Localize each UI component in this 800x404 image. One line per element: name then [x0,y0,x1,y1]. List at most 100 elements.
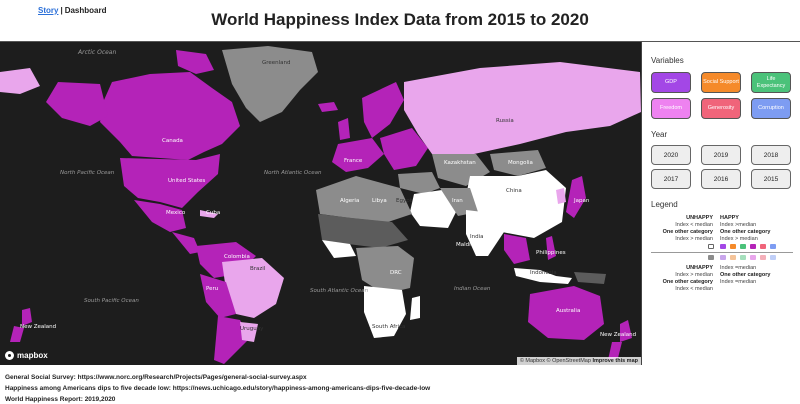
variable-social-support-button[interactable]: Social Support [701,72,741,93]
variable-label: Social Support [703,79,739,86]
legend-other-right: One other category [720,229,771,235]
legend-swatch [720,244,726,249]
label-new-zealand: New Zealand [600,332,636,338]
label-south-africa: South Africa [372,324,405,330]
legend-index-gt-median3: Index > median [675,272,713,278]
label-libya: Libya [372,198,387,204]
label-brazil: Brazil [250,266,266,272]
label-drc: DRC [390,270,402,276]
attrib-improve[interactable]: Improve this map [592,358,638,364]
legend-swatch [720,255,726,260]
label-peru: Peru [206,286,218,292]
label-arctic: Arctic Ocean [77,49,116,56]
legend-swatch [730,244,736,249]
attrib-mapbox[interactable]: © Mapbox [520,358,545,364]
label-france: France [344,158,363,164]
ref-world-happiness: World Happiness Report: 2019,2020 [5,396,116,403]
label-kazakhstan: Kazakhstan [444,160,476,166]
label-south-pacific: South Pacific Ocean [84,298,139,304]
label-greenland: Greenland [262,60,291,66]
label-north-pacific: North Pacific Ocean [60,170,115,176]
year-2020-button[interactable]: 2020 [651,145,691,165]
legend-swatch [750,244,756,249]
legend-swatch [770,244,776,249]
label-mongolia: Mongolia [508,160,533,166]
legend-swatch [708,255,714,260]
world-map[interactable]: Arctic Ocean Greenland Canada United Sta… [0,41,641,365]
page-title: World Happiness Index Data from 2015 to … [211,10,589,29]
year-2018-button[interactable]: 2018 [751,145,791,165]
legend-index-gt-median2: Index > median [720,236,758,242]
legend-swatch [760,255,766,260]
variable-freedom-button[interactable]: Freedom [651,98,691,119]
legend-swatch [740,255,746,260]
label-philippines: Philippines [536,250,566,256]
variable-label: Corruption [758,105,784,112]
label-iran: Iran [452,198,463,204]
legend-index-lt-median: Index < median [675,286,713,292]
legend-unhappy: UNHAPPY [686,215,713,221]
label-indonesia: Indonesia [530,270,557,276]
label-us: United States [168,178,205,184]
label-china: China [506,188,522,194]
label-uruguay: Uruguay [240,326,264,332]
mapbox-icon [5,351,14,360]
legend-swatch [750,255,756,260]
variable-label: Generosity [707,105,735,112]
legend-index-eq-median: Index =median [720,279,757,285]
label-australia: Australia [556,308,580,314]
legend-index-gt-median: Index > median [675,236,713,242]
label-indian: Indian Ocean [454,286,491,292]
label-russia: Russia [496,118,514,124]
legend-swatch [740,244,746,249]
label-canada: Canada [162,138,183,144]
legend-other-left: One other category [662,229,713,235]
attrib-osm[interactable]: © OpenStreetMap [547,358,591,364]
legend-swatch [730,255,736,260]
variables-label: Variables [651,56,684,65]
label-colombia: Colombia [224,254,250,260]
mapbox-label: mapbox [17,351,48,360]
label-south-atlantic: South Atlantic Ocean [310,288,369,294]
label-new-zealand-wrap: New Zealand [20,324,56,330]
country-uk[interactable] [338,118,350,140]
label-north-atlantic: North Atlantic Ocean [264,170,322,176]
control-panel: Variables GDP Social Support Life Expect… [641,41,800,365]
ref-gss: General Social Survey: https://www.norc.… [5,374,307,381]
variable-corruption-button[interactable]: Corruption [751,98,791,119]
year-2019-button[interactable]: 2019 [701,145,741,165]
variable-label: Freedom [659,105,682,112]
legend-divider [651,252,793,253]
mapbox-logo[interactable]: mapbox [5,351,48,360]
legend-label: Legend [651,200,678,209]
variable-label: Life Expectancy [756,76,786,89]
variable-life-expectancy-button[interactable]: Life Expectancy [751,72,791,93]
legend-swatch [708,244,714,249]
legend-index-eq-gt: Index =median [720,265,757,271]
year-2016-button[interactable]: 2016 [701,169,741,189]
legend-index-gt: Index >median [720,222,757,228]
label-mexico: Mexico [166,210,186,216]
year-2015-button[interactable]: 2015 [751,169,791,189]
legend-other-right-2: One other category [720,272,771,278]
legend-swatch [760,244,766,249]
variable-gdp-button[interactable]: GDP [651,72,691,93]
legend-index-lt: Index < median [675,222,713,228]
legend-other-left-2: One other category [662,279,713,285]
map-attribution: © Mapbox © OpenStreetMap Improve this ma… [516,357,641,365]
label-india: India [470,234,484,240]
legend-swatch [770,255,776,260]
label-cuba: Cuba [206,210,220,216]
label-algeria: Algeria [340,198,359,204]
variable-generosity-button[interactable]: Generosity [701,98,741,119]
legend-unhappy-2: UNHAPPY [686,265,713,271]
year-label: Year [651,130,668,139]
ref-happiness-dips: Happiness among Americans dips to five d… [5,385,431,392]
year-2017-button[interactable]: 2017 [651,169,691,189]
map-canvas[interactable]: Arctic Ocean Greenland Canada United Sta… [0,42,641,365]
label-japan: Japan [573,198,590,204]
variable-label: GDP [665,79,677,86]
label-egypt: Egypt [396,198,413,204]
legend-happy: HAPPY [720,215,739,221]
label-maldives: Maldives [456,242,480,248]
